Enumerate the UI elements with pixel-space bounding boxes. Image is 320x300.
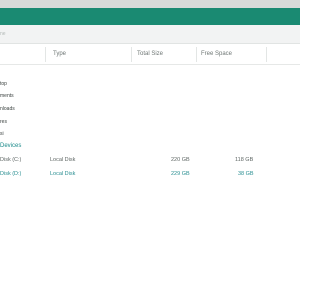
drive-total-size: 229 GB <box>171 171 190 177</box>
folder-item-music[interactable]: si <box>0 131 4 137</box>
column-separator[interactable] <box>45 47 46 62</box>
column-separator[interactable] <box>266 47 267 62</box>
drive-name: Disk (C:) <box>0 157 22 163</box>
file-explorer-window: ne Type Total Size Free Space top ments … <box>0 0 300 300</box>
column-header-free-space[interactable]: Free Space <box>201 51 232 57</box>
drive-row-d[interactable]: Disk (D:) Local Disk 229 GB 38 GB <box>0 169 300 180</box>
title-bar[interactable] <box>0 8 300 25</box>
folder-item-downloads[interactable]: nloads <box>0 106 15 112</box>
drive-row-c[interactable]: Disk (C:) Local Disk 220 GB 118 GB <box>0 155 300 166</box>
drive-free-space: 38 GB <box>238 171 254 177</box>
column-separator[interactable] <box>131 47 132 62</box>
column-header-row: Type Total Size Free Space <box>0 44 300 65</box>
address-bar[interactable]: ne <box>0 25 300 44</box>
folder-item-documents[interactable]: ments <box>0 93 14 99</box>
drive-name: Disk (D:) <box>0 171 22 177</box>
folder-item-pictures[interactable]: res <box>0 119 7 125</box>
address-path: ne <box>0 31 6 37</box>
column-header-total-size[interactable]: Total Size <box>137 51 163 57</box>
drive-free-space: 118 GB <box>235 157 254 163</box>
drive-type: Local Disk <box>50 157 76 163</box>
window-top-strip <box>0 0 300 8</box>
folder-item-desktop[interactable]: top <box>0 81 7 87</box>
column-header-type[interactable]: Type <box>53 51 66 57</box>
drive-total-size: 220 GB <box>171 157 190 163</box>
column-separator[interactable] <box>196 47 197 62</box>
group-header-devices[interactable]: Devices <box>0 143 21 149</box>
drive-type: Local Disk <box>50 171 76 177</box>
